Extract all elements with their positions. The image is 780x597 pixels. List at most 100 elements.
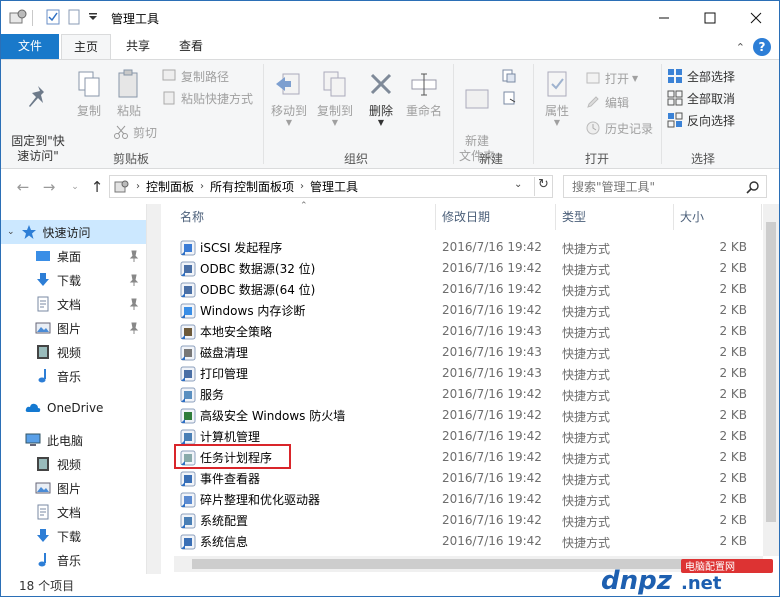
tab-share[interactable]: 共享 [115, 34, 161, 59]
open-button[interactable]: 打开 ▼ [585, 68, 638, 88]
shortcut-icon [180, 534, 196, 549]
file-row[interactable]: 碎片整理和优化驱动器 2016/7/16 19:42 快捷方式 2 KB [174, 489, 774, 510]
sidebar-item-quick-access[interactable]: ⌄ 快速访问 [1, 220, 159, 244]
forward-arrow-icon[interactable]: → [39, 177, 59, 197]
sidebar-item-downloads[interactable]: 下载 [1, 268, 159, 292]
file-row[interactable]: 系统配置 2016/7/16 19:42 快捷方式 2 KB [174, 510, 774, 531]
breadcrumb-item[interactable]: 控制面板 [146, 178, 194, 195]
copy-path-button[interactable]: 复制路径 [161, 66, 229, 86]
file-size: 2 KB [719, 408, 747, 422]
file-row[interactable]: 系统信息 2016/7/16 19:42 快捷方式 2 KB [174, 531, 774, 552]
file-date: 2016/7/16 19:42 [442, 513, 542, 527]
file-row[interactable]: 服务 2016/7/16 19:42 快捷方式 2 KB [174, 384, 774, 405]
refresh-icon[interactable]: ↻ [534, 177, 552, 196]
copy-button[interactable]: 复制 [71, 68, 107, 119]
sidebar-item-pc-pictures[interactable]: 图片 [1, 476, 159, 500]
app-icon[interactable] [9, 8, 27, 26]
minimize-button[interactable] [641, 1, 687, 34]
paste-shortcut-icon [163, 91, 175, 105]
ribbon-separator [661, 64, 662, 164]
file-name-cell: Windows 内存诊断 [180, 300, 305, 321]
file-name: 打印管理 [200, 367, 249, 381]
new-item-icon [502, 69, 516, 83]
invert-selection-button[interactable]: 反向选择 [667, 110, 735, 130]
file-row[interactable]: 打印管理 2016/7/16 19:43 快捷方式 2 KB [174, 363, 774, 384]
cut-button[interactable]: 剪切 [113, 122, 157, 142]
file-row[interactable]: 磁盘清理 2016/7/16 19:43 快捷方式 2 KB [174, 342, 774, 363]
recent-locations-chevron-icon[interactable]: ⌄ [65, 177, 85, 197]
file-name-cell: 系统信息 [180, 531, 248, 552]
sidebar-item-onedrive[interactable]: OneDrive [1, 396, 159, 420]
file-row[interactable]: iSCSI 发起程序 2016/7/16 19:42 快捷方式 2 KB [174, 237, 774, 258]
breadcrumb-item[interactable]: 管理工具 [310, 178, 358, 195]
document-icon [37, 504, 49, 520]
new-item-button[interactable] [501, 66, 521, 86]
file-row[interactable]: 事件查看器 2016/7/16 19:42 快捷方式 2 KB [174, 468, 774, 489]
cloud-icon [25, 403, 41, 412]
new-folder-quick-icon[interactable] [67, 8, 81, 26]
select-all-icon [668, 69, 682, 83]
column-header-date[interactable]: 修改日期 [436, 204, 556, 230]
pin-quick-access-button[interactable]: 固定到"快 速访问" [7, 68, 69, 164]
properties-button[interactable]: 属性 ▼ [537, 68, 577, 127]
copy-to-dropdown-icon: ▼ [331, 118, 339, 127]
file-size: 2 KB [719, 345, 747, 359]
select-all-button[interactable]: 全部选择 [667, 66, 735, 86]
collapse-ribbon-icon[interactable]: ⌃ [736, 41, 745, 54]
sidebar-item-documents[interactable]: 文档 [1, 292, 159, 316]
file-row[interactable]: ODBC 数据源(64 位) 2016/7/16 19:42 快捷方式 2 KB [174, 279, 774, 300]
file-name: ODBC 数据源(32 位) [200, 262, 316, 276]
copy-to-button[interactable]: 复制到 ▼ [313, 68, 357, 127]
column-header-type[interactable]: 类型 [556, 204, 674, 230]
sidebar-item-pc-videos[interactable]: 视频 [1, 452, 159, 476]
customize-toolbar-dropdown-icon[interactable] [87, 8, 99, 26]
navigation-pane-scrollbar[interactable] [146, 204, 161, 574]
up-arrow-icon[interactable]: ↑ [87, 177, 107, 197]
maximize-button[interactable] [687, 1, 733, 34]
paste-button[interactable]: 粘贴 [109, 68, 149, 119]
ribbon-controls: ⌃ ? [736, 38, 771, 56]
move-to-button[interactable]: 移动到 ▼ [267, 68, 311, 127]
sidebar-item-pictures[interactable]: 图片 [1, 316, 159, 340]
rename-button[interactable]: 重命名 [403, 68, 445, 119]
copy-to-icon [323, 71, 346, 97]
help-icon[interactable]: ? [753, 38, 771, 56]
file-type: 快捷方式 [562, 494, 611, 508]
shortcut-icon [180, 282, 196, 297]
column-header-size[interactable]: 大小 [674, 204, 762, 230]
file-size: 2 KB [719, 471, 747, 485]
sidebar-item-videos[interactable]: 视频 [1, 340, 159, 364]
close-button[interactable] [733, 1, 779, 34]
vertical-scrollbar-thumb[interactable] [766, 222, 776, 522]
tab-file[interactable]: 文件 [1, 34, 59, 59]
tab-home[interactable]: 主页 [61, 34, 111, 60]
edit-button[interactable]: 编辑 [585, 92, 629, 112]
breadcrumb-item[interactable]: 所有控制面板项 [210, 178, 294, 195]
expand-chevron-icon[interactable]: ⌄ [7, 227, 15, 237]
document-icon [37, 296, 49, 312]
file-date: 2016/7/16 19:42 [442, 303, 542, 317]
file-row[interactable]: 高级安全 Windows 防火墙 2016/7/16 19:42 快捷方式 2 KB [174, 405, 774, 426]
paste-shortcut-button[interactable]: 粘贴快捷方式 [161, 88, 253, 108]
history-button[interactable]: 历史记录 [585, 118, 653, 138]
properties-check-icon[interactable] [45, 8, 61, 26]
sidebar-item-pc-music[interactable]: 音乐 [1, 548, 159, 572]
select-none-button[interactable]: 全部取消 [667, 88, 735, 108]
address-bar[interactable]: › 控制面板 › 所有控制面板项 › 管理工具 ⌄ ↻ [109, 175, 553, 198]
delete-button[interactable]: 删除 ▼ [363, 68, 399, 127]
easy-access-button[interactable] [501, 88, 521, 108]
search-input[interactable]: 搜索"管理工具" [563, 175, 767, 198]
tab-view[interactable]: 查看 [166, 34, 216, 59]
sidebar-item-music[interactable]: 音乐 [1, 364, 159, 388]
file-row[interactable]: Windows 内存诊断 2016/7/16 19:42 快捷方式 2 KB [174, 300, 774, 321]
address-dropdown-icon[interactable]: ⌄ [514, 179, 522, 190]
pin-icon [129, 274, 139, 286]
back-arrow-icon[interactable]: ← [13, 177, 33, 197]
file-row[interactable]: 本地安全策略 2016/7/16 19:43 快捷方式 2 KB [174, 321, 774, 342]
file-name-cell: ODBC 数据源(32 位) [180, 258, 315, 279]
sidebar-item-this-pc[interactable]: 此电脑 [1, 428, 159, 452]
file-row[interactable]: ODBC 数据源(32 位) 2016/7/16 19:42 快捷方式 2 KB [174, 258, 774, 279]
sidebar-item-pc-downloads[interactable]: 下载 [1, 524, 159, 548]
sidebar-item-desktop[interactable]: 桌面 [1, 244, 159, 268]
sidebar-item-pc-documents[interactable]: 文档 [1, 500, 159, 524]
